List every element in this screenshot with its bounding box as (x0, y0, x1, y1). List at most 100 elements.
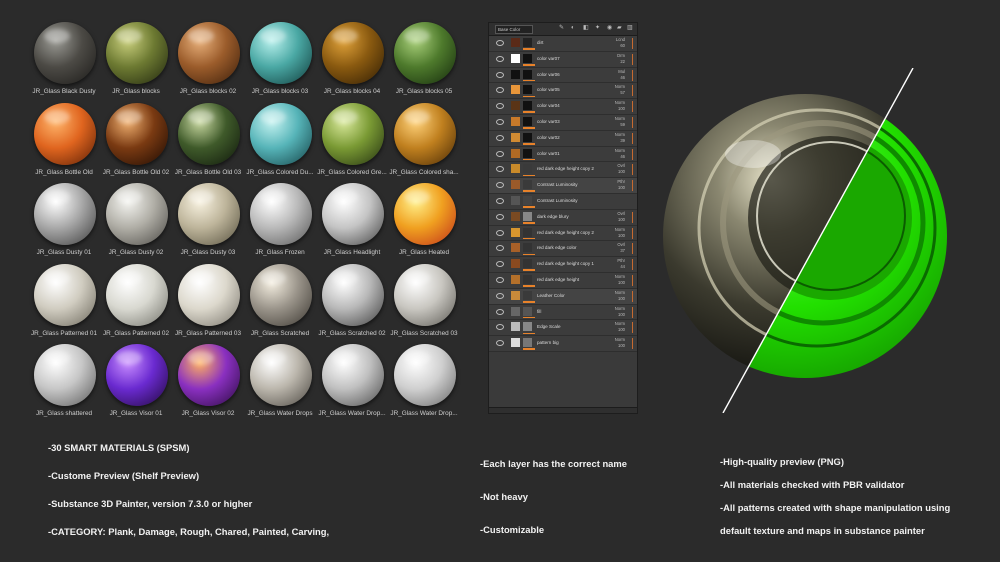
blend-mode[interactable]: Norm (615, 274, 625, 279)
material-thumbnail[interactable]: JR_Glass Heated (388, 181, 458, 261)
eye-icon[interactable] (496, 103, 504, 109)
folder-icon[interactable]: ▰ (617, 25, 623, 31)
layer-row[interactable]: Contrast LuminosityPthr100 (489, 178, 637, 194)
layer-opacity[interactable]: 100 (618, 327, 625, 332)
material-thumbnail[interactable]: JR_Glass Patterned 03 (172, 262, 242, 342)
paint-icon[interactable]: ✦ (595, 25, 601, 31)
channel-dropdown[interactable]: Base Color (495, 25, 533, 34)
material-thumbnail[interactable]: JR_Glass Bottle Old 02 (100, 101, 170, 181)
blend-mode[interactable]: Norm (615, 227, 625, 232)
layer-row[interactable]: dark edge bluryOvrl100 (489, 210, 637, 226)
fill-icon[interactable]: ◉ (607, 25, 613, 31)
material-thumbnail[interactable]: JR_Glass Dusty 01 (28, 181, 98, 261)
material-thumbnail[interactable]: JR_Glass Black Dusty (28, 20, 98, 100)
blend-mode[interactable]: Norm (615, 321, 625, 326)
layer-opacity[interactable]: 60 (620, 43, 625, 48)
layer-row[interactable]: color var06Mul46 (489, 68, 637, 84)
eye-icon[interactable] (496, 135, 504, 141)
material-thumbnail[interactable]: JR_Glass Water Drops (244, 342, 314, 422)
eye-icon[interactable] (496, 309, 504, 315)
blend-mode[interactable]: Norm (615, 84, 625, 89)
material-thumbnail[interactable]: JR_Glass Scratched 02 (316, 262, 386, 342)
eye-icon[interactable] (496, 245, 504, 251)
eye-icon[interactable] (496, 119, 504, 125)
eye-icon[interactable] (496, 166, 504, 172)
material-thumbnail[interactable]: JR_Glass Visor 01 (100, 342, 170, 422)
layer-row[interactable]: Contrast Luminosity (489, 194, 637, 210)
material-thumbnail[interactable]: JR_Glass Dusty 02 (100, 181, 170, 261)
layer-row[interactable]: red dark edge height copy 1Pthr44 (489, 257, 637, 273)
eye-icon[interactable] (496, 277, 504, 283)
layer-row[interactable]: red dark edge height copy 2Ovrl100 (489, 162, 637, 178)
layer-opacity[interactable]: 100 (618, 185, 625, 190)
material-thumbnail[interactable]: JR_Glass Bottle Old 03 (172, 101, 242, 181)
layer-row[interactable]: color var04Norm100 (489, 99, 637, 115)
blend-mode[interactable]: Norm (615, 306, 625, 311)
effect-icon[interactable]: ◐ (571, 25, 577, 31)
material-thumbnail[interactable]: JR_Glass Water Drop... (388, 342, 458, 422)
eye-icon[interactable] (496, 214, 504, 220)
eye-icon[interactable] (496, 56, 504, 62)
eye-icon[interactable] (496, 293, 504, 299)
eye-icon[interactable] (496, 230, 504, 236)
material-thumbnail[interactable]: JR_Glass Water Drop... (316, 342, 386, 422)
blend-mode[interactable]: Drm (617, 53, 625, 58)
eye-icon[interactable] (496, 261, 504, 267)
layer-row[interactable]: red dark edge colorOvrl37 (489, 241, 637, 257)
material-thumbnail[interactable]: JR_Glass Bottle Old (28, 101, 98, 181)
layer-row[interactable]: pattern bigNorm100 (489, 336, 637, 352)
material-thumbnail[interactable]: JR_Glass blocks 05 (388, 20, 458, 100)
layer-opacity[interactable]: 46 (620, 154, 625, 159)
blend-mode[interactable]: Ovrl (617, 211, 625, 216)
eye-icon[interactable] (496, 198, 504, 204)
layer-opacity[interactable]: 100 (618, 312, 625, 317)
layer-row[interactable]: fillNorm100 (489, 305, 637, 321)
layer-opacity[interactable]: 100 (618, 106, 625, 111)
material-thumbnail[interactable]: JR_Glass blocks (100, 20, 170, 100)
eye-icon[interactable] (496, 40, 504, 46)
layer-row[interactable]: color var05Norm57 (489, 83, 637, 99)
material-thumbnail[interactable]: JR_Glass Visor 02 (172, 342, 242, 422)
layer-row[interactable]: color var01Norm46 (489, 147, 637, 163)
layer-row[interactable]: color var02Norm39 (489, 131, 637, 147)
blend-mode[interactable]: Norm (615, 100, 625, 105)
blend-mode[interactable]: Norm (615, 290, 625, 295)
layer-row[interactable]: color var07Drm22 (489, 52, 637, 68)
eye-icon[interactable] (496, 340, 504, 346)
layer-opacity[interactable]: 100 (618, 233, 625, 238)
material-thumbnail[interactable]: JR_Glass blocks 03 (244, 20, 314, 100)
eye-icon[interactable] (496, 87, 504, 93)
blend-mode[interactable]: Ovrl (617, 163, 625, 168)
material-thumbnail[interactable]: JR_Glass Colored Du... (244, 101, 314, 181)
layer-row[interactable]: Edge ScaleNorm100 (489, 320, 637, 336)
eye-icon[interactable] (496, 151, 504, 157)
layer-opacity[interactable]: 57 (620, 90, 625, 95)
blend-mode[interactable]: Norm (615, 132, 625, 137)
material-thumbnail[interactable]: JR_Glass Patterned 02 (100, 262, 170, 342)
layer-row[interactable]: dirtLcnd60 (489, 36, 637, 52)
material-thumbnail[interactable]: JR_Glass Scratched (244, 262, 314, 342)
blend-mode[interactable]: Norm (615, 116, 625, 121)
material-thumbnail[interactable]: JR_Glass shattered (28, 342, 98, 422)
eye-icon[interactable] (496, 182, 504, 188)
layer-row[interactable]: red dark edge height copy 2Norm100 (489, 226, 637, 242)
material-thumbnail[interactable]: JR_Glass Dusty 03 (172, 181, 242, 261)
layer-opacity[interactable]: 100 (618, 343, 625, 348)
blend-mode[interactable]: Lcnd (616, 37, 625, 42)
blend-mode[interactable]: Pthr (617, 179, 625, 184)
eye-icon[interactable] (496, 72, 504, 78)
layer-row[interactable]: color var03Norm59 (489, 115, 637, 131)
mask-icon[interactable]: ◧ (583, 25, 589, 31)
material-thumbnail[interactable]: JR_Glass blocks 02 (172, 20, 242, 100)
layer-opacity[interactable]: 59 (620, 122, 625, 127)
layer-row[interactable]: red dark edge heightNorm100 (489, 273, 637, 289)
layer-opacity[interactable]: 37 (620, 248, 625, 253)
blend-mode[interactable]: Norm (615, 337, 625, 342)
material-thumbnail[interactable]: JR_Glass Frozen (244, 181, 314, 261)
layer-row[interactable]: Leather ColorNorm100 (489, 289, 637, 305)
layer-opacity[interactable]: 100 (618, 280, 625, 285)
layer-opacity[interactable]: 46 (620, 75, 625, 80)
material-thumbnail[interactable]: JR_Glass Scratched 03 (388, 262, 458, 342)
material-thumbnail[interactable]: JR_Glass Headlight (316, 181, 386, 261)
layer-opacity[interactable]: 100 (618, 169, 625, 174)
